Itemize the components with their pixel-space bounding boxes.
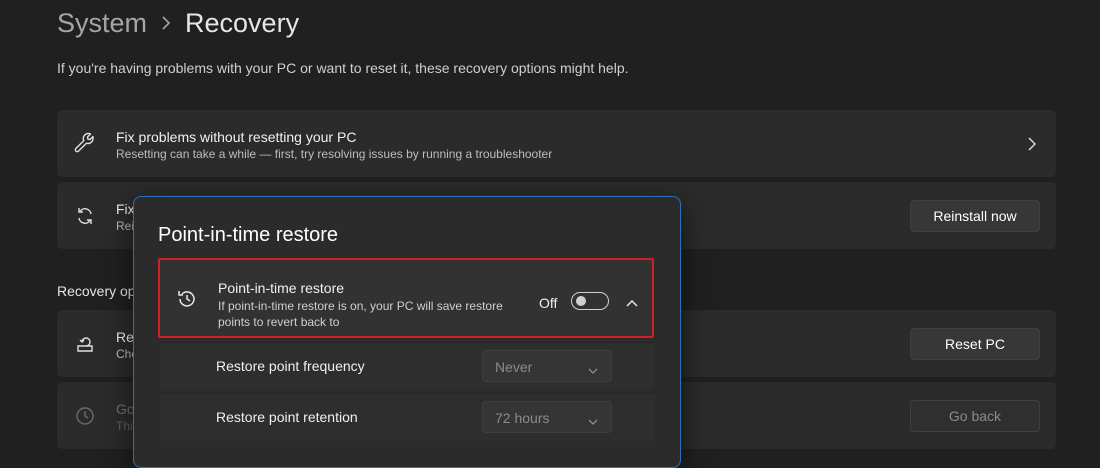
restore-retention-row: Restore point retention 72 hours (160, 393, 654, 441)
point-in-time-restore-dialog: Point-in-time restore Point-in-time rest… (133, 196, 681, 468)
point-in-time-restore-row[interactable]: Point-in-time restore If point-in-time r… (158, 258, 654, 338)
wrench-icon (73, 132, 97, 156)
restore-history-icon (176, 288, 198, 310)
dialog-title: Point-in-time restore (158, 224, 339, 246)
page-title: Recovery (185, 7, 300, 38)
reset-pc-title: Re (116, 329, 134, 345)
fix-update-title: Fix (116, 201, 135, 217)
page-description: If you're having problems with your PC o… (57, 60, 629, 76)
toggle-knob (576, 296, 586, 306)
reinstall-now-button[interactable]: Reinstall now (910, 200, 1040, 232)
go-back-title: Go (116, 401, 135, 417)
point-in-time-restore-toggle[interactable] (571, 292, 609, 310)
go-back-button[interactable]: Go back (910, 400, 1040, 432)
fix-problems-title: Fix problems without resetting your PC (116, 129, 357, 145)
restore-retention-dropdown[interactable]: 72 hours (482, 401, 612, 433)
sync-icon (73, 204, 97, 228)
restore-frequency-value: Never (495, 359, 533, 375)
reset-pc-button[interactable]: Reset PC (910, 328, 1040, 360)
chevron-down-icon (587, 413, 599, 425)
chevron-right-icon (1026, 136, 1038, 152)
restore-frequency-dropdown[interactable]: Never (482, 350, 612, 382)
chevron-right-icon (161, 16, 171, 30)
reset-pc-icon (73, 332, 97, 356)
fix-problems-card[interactable]: Fix problems without resetting your PC R… (57, 110, 1056, 177)
breadcrumb: System Recovery (57, 4, 299, 42)
restore-row-title: Point-in-time restore (218, 280, 345, 296)
restore-frequency-label: Restore point frequency (216, 358, 365, 374)
chevron-up-icon[interactable] (625, 295, 639, 307)
fix-problems-subtitle: Resetting can take a while — first, try … (116, 147, 553, 161)
restore-retention-label: Restore point retention (216, 409, 358, 425)
restore-retention-value: 72 hours (495, 410, 550, 426)
breadcrumb-parent-system[interactable]: System (57, 8, 147, 39)
history-icon (73, 404, 97, 428)
chevron-down-icon (587, 362, 599, 374)
toggle-state-label: Off (539, 295, 558, 311)
fix-update-subtitle: Rei (116, 219, 135, 233)
section-label-recovery-options: Recovery op (57, 283, 136, 299)
restore-row-subtitle: If point-in-time restore is on, your PC … (218, 299, 503, 329)
restore-frequency-row: Restore point frequency Never (160, 342, 654, 390)
